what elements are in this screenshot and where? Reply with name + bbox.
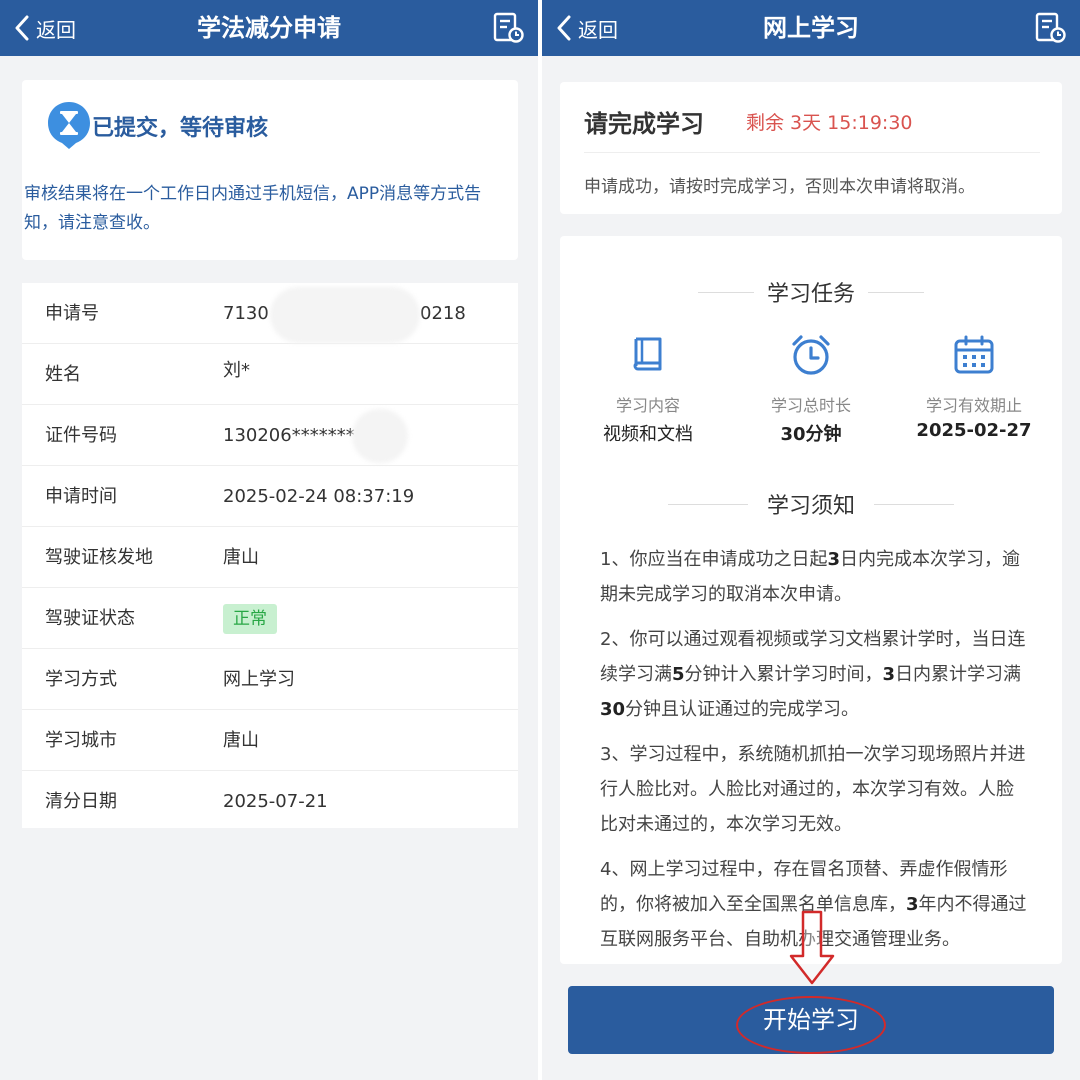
- history-button[interactable]: [1030, 8, 1070, 48]
- calendar-icon: [954, 335, 994, 374]
- history-doc-icon: [1035, 12, 1066, 43]
- info-value: 2025-02-24 08:37:19: [223, 486, 415, 507]
- info-row-clear-date: 清分日期 2025-07-21: [22, 771, 518, 832]
- countdown-timer: 剩余 3天 15:19:30: [746, 112, 913, 134]
- chevron-left-icon: [15, 15, 29, 41]
- tasks-heading: 学习任务: [766, 282, 855, 307]
- study-card: 学习任务 学习内容 视频和文档 学习总时长 30分钟 学习有效期止 2025-0…: [560, 236, 1062, 964]
- info-label: 驾驶证状态: [45, 608, 135, 629]
- info-value: 2025-07-21: [223, 791, 328, 812]
- info-row-license-status: 驾驶证状态 正常: [22, 588, 518, 649]
- chevron-left-icon: [557, 15, 571, 41]
- metric-duration: 学习总时长 30分钟: [731, 332, 891, 446]
- header-bar: 返回 学法减分申请: [0, 0, 538, 56]
- info-value: 唐山: [223, 547, 259, 568]
- info-value: 7130: [223, 303, 269, 324]
- info-row-application-no: 申请号 7130 0218: [22, 283, 518, 344]
- metric-label: 学习内容: [615, 396, 680, 415]
- task-head-card: 请完成学习 剩余 3天 15:19:30 申请成功，请按时完成学习，否则本次申请…: [560, 82, 1062, 214]
- info-value: 130206*******: [223, 425, 355, 446]
- notice-item-1: 1、你应当在申请成功之日起3日内完成本次学习，逾期未完成学习的取消本次申请。: [600, 549, 1020, 605]
- privacy-blur: [352, 409, 408, 463]
- info-label: 驾驶证核发地: [45, 547, 153, 568]
- info-value: 唐山: [223, 730, 259, 751]
- back-label: 返回: [578, 17, 618, 42]
- info-label: 学习城市: [45, 730, 117, 751]
- metric-deadline: 学习有效期止 2025-02-27: [894, 332, 1054, 441]
- notice-item-3: 3、学习过程中，系统随机抓拍一次学习现场照片并进行人脸比对。人脸比对通过的，本次…: [600, 744, 1026, 835]
- back-button[interactable]: 返回: [14, 8, 76, 48]
- status-badge: 正常: [223, 604, 277, 634]
- metric-value: 2025-02-27: [916, 420, 1032, 441]
- info-label: 姓名: [45, 364, 81, 385]
- info-value: 网上学习: [223, 669, 295, 690]
- page-title: 网上学习: [763, 14, 859, 42]
- notice-item-4: 4、网上学习过程中，存在冒名顶替、弄虚作假情形的，你将被加入至全国黑名单信息库，…: [600, 859, 1027, 950]
- info-row-name: 姓名 刘*: [22, 344, 518, 405]
- notice-heading: 学习须知: [766, 494, 855, 519]
- info-value-tail: 0218: [420, 303, 466, 324]
- info-value: 刘*: [223, 360, 250, 381]
- privacy-blur: [270, 287, 420, 343]
- info-row-apply-time: 申请时间 2025-02-24 08:37:19: [22, 466, 518, 527]
- info-value: 正常: [223, 588, 277, 649]
- info-label: 申请时间: [45, 486, 117, 507]
- task-title: 请完成学习: [584, 110, 704, 138]
- status-title: 已提交，等待审核: [92, 116, 269, 141]
- application-info-list: 申请号 7130 0218 姓名 刘* 证件号码 130206******* 申…: [22, 283, 518, 828]
- info-label: 证件号码: [45, 425, 117, 446]
- status-description: 审核结果将在一个工作日内通过手机短信，APP消息等方式告知，请注意查收。: [24, 184, 482, 233]
- right-panel: 返回 网上学习 请完成学习 剩余 3天 15:19:30 申请成功，请按时完成学…: [542, 0, 1080, 1080]
- book-icon: [633, 337, 662, 371]
- info-label: 清分日期: [45, 791, 117, 812]
- page-title: 学法减分申请: [197, 14, 341, 42]
- metric-label: 学习有效期止: [925, 396, 1022, 415]
- info-label: 学习方式: [45, 669, 117, 690]
- alarm-clock-icon: [792, 335, 830, 375]
- info-row-id-number: 证件号码 130206*******: [22, 405, 518, 466]
- metric-content: 学习内容 视频和文档: [568, 332, 728, 446]
- divider: [868, 292, 924, 293]
- divider: [584, 152, 1040, 153]
- info-row-study-city: 学习城市 唐山: [22, 710, 518, 771]
- notice-item-2: 2、你可以通过观看视频或学习文档累计学时，当日连续学习满5分钟计入累计学习时间，…: [600, 629, 1026, 720]
- info-row-study-method: 学习方式 网上学习: [22, 649, 518, 710]
- task-description: 申请成功，请按时完成学习，否则本次申请将取消。: [584, 177, 975, 197]
- history-button[interactable]: [488, 8, 528, 48]
- metric-value: 30分钟: [780, 424, 842, 445]
- metric-label: 学习总时长: [770, 396, 851, 415]
- header-bar: 返回 网上学习: [542, 0, 1080, 56]
- info-row-license-issuer: 驾驶证核发地 唐山: [22, 527, 518, 588]
- divider: [874, 504, 954, 505]
- left-panel: 返回 学法减分申请 已提交，等待审核 审核结果将在一个工作日内通过手机短信，AP…: [0, 0, 538, 1080]
- metric-value: 视频和文档: [603, 424, 693, 445]
- start-study-button[interactable]: 开始学习: [568, 986, 1054, 1054]
- history-doc-icon: [493, 12, 524, 43]
- hourglass-icon: [48, 102, 90, 149]
- back-button[interactable]: 返回: [556, 8, 618, 48]
- info-label: 申请号: [45, 303, 99, 324]
- back-label: 返回: [36, 17, 76, 42]
